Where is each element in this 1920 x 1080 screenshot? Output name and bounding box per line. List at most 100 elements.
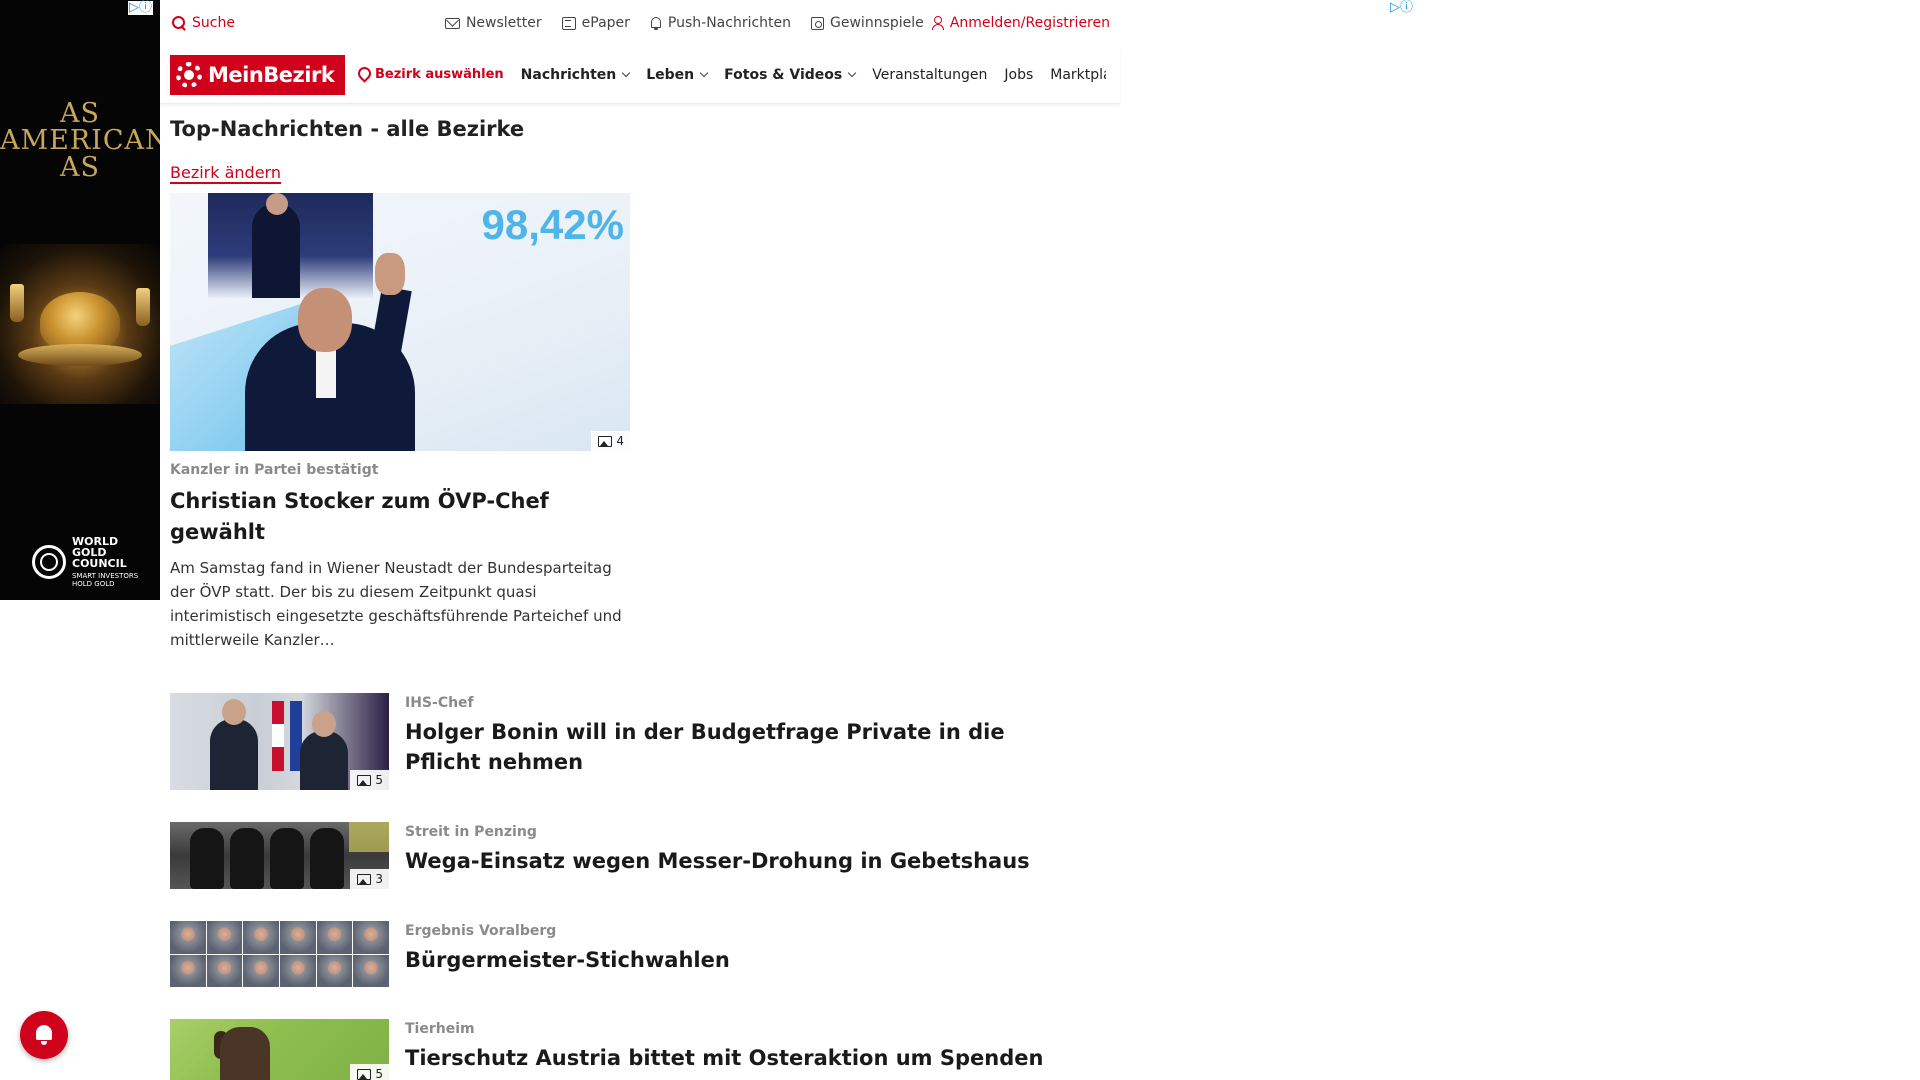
bezirk-select-button[interactable]: Bezirk auswählen (357, 67, 504, 82)
change-bezirk-link[interactable]: Bezirk ändern (170, 163, 281, 184)
adchoices-icon[interactable]: ▷ⓘ (1389, 1, 1414, 15)
epaper-link[interactable]: ePaper (561, 15, 630, 31)
thumb-figure (270, 828, 304, 889)
thumb-head (312, 711, 336, 737)
location-pin-icon (357, 67, 369, 82)
ad-skyscraper-right[interactable] (1120, 0, 1420, 600)
article-thumbnail[interactable] (170, 921, 389, 987)
thumb-person (300, 731, 348, 790)
thumb-portrait (206, 954, 243, 987)
gallery-count: 5 (375, 773, 383, 787)
ad-headline-line: AS (60, 98, 100, 129)
chevron-down-icon (621, 68, 631, 77)
site-logo[interactable]: MeinBezirk (170, 54, 345, 95)
thumb-figure (310, 828, 344, 889)
gallery-count-badge: 5 (350, 770, 389, 790)
login-label: Anmelden/Registrieren (949, 15, 1110, 31)
thumb-portrait (170, 921, 206, 954)
main-navigation: MeinBezirk Bezirk auswählen Nachrichten … (160, 46, 1120, 104)
hero-kicker: Kanzler in Partei bestätigt (170, 462, 379, 478)
thumb-portrait (243, 921, 279, 954)
gallery-icon (357, 873, 372, 885)
nav-item-label: Nachrichten (520, 66, 617, 83)
bell-icon (35, 1025, 53, 1045)
chevron-down-icon (847, 68, 857, 77)
thumb-portrait (280, 954, 316, 987)
site-content: Suche Newsletter ePaper Push-Nachrichten… (160, 0, 1120, 1080)
thumb-head (222, 699, 246, 725)
gewinnspiele-label: Gewinnspiele (830, 15, 924, 31)
nav-item-nachrichten[interactable]: Nachrichten (520, 66, 631, 83)
thumb-portrait (316, 921, 353, 954)
thumb-figure (190, 828, 224, 889)
epaper-label: ePaper (581, 15, 630, 31)
article-thumbnail[interactable]: 3 (170, 822, 389, 889)
gallery-icon (357, 1068, 372, 1080)
hero-image-hand (375, 253, 405, 295)
world-gold-council-icon (32, 545, 66, 579)
hero-title-link[interactable]: Christian Stocker zum ÖVP-Chef gewählt (170, 486, 620, 548)
newsletter-label: Newsletter (465, 15, 542, 31)
ad-brand-logo: WORLD GOLD COUNCIL SMART INVESTORS HOLD … (32, 536, 138, 588)
article-title-link[interactable]: Holger Bonin will in der Budgetfrage Pri… (405, 717, 1085, 777)
gallery-count-badge: 5 (350, 1064, 389, 1080)
ad-headline-line: AMERICAN (0, 125, 160, 156)
hero-image-shirt (316, 348, 336, 398)
bezirk-select-label: Bezirk auswählen (375, 67, 504, 82)
article-title-link[interactable]: Tierschutz Austria bittet mit Osteraktio… (405, 1043, 1085, 1073)
article-title-link[interactable]: Bürgermeister-Stichwahlen (405, 945, 1085, 975)
push-notification-button[interactable] (20, 1011, 68, 1059)
article-kicker: Streit in Penzing (405, 824, 537, 840)
nav-item-marktplatz[interactable]: Marktplatz (1050, 67, 1105, 83)
nav-item-label: Leben (646, 66, 695, 83)
gallery-count: 5 (375, 1067, 383, 1080)
nav-item-label: Fotos & Videos (724, 66, 843, 83)
nav-item-label: Veranstaltungen (872, 66, 988, 83)
article-kicker: Ergebnis Voralberg (405, 923, 557, 939)
mail-icon (444, 17, 460, 29)
search-button[interactable]: Suche (172, 15, 235, 31)
login-register-link[interactable]: Anmelden/Registrieren (931, 15, 1110, 31)
nav-item-label: Jobs (1004, 66, 1034, 83)
gewinnspiele-link[interactable]: Gewinnspiele (811, 15, 924, 31)
adchoices-icon[interactable]: ▷ⓘ (128, 1, 153, 15)
hero-article-image[interactable]: 98,42% 4 (170, 193, 630, 451)
logo-gear-icon (176, 61, 202, 88)
article-thumbnail[interactable]: 5 (170, 693, 389, 790)
nav-item-leben[interactable]: Leben (646, 66, 709, 83)
thumb-dog (220, 1027, 270, 1080)
gallery-icon (598, 435, 613, 447)
ad-golden-turkey (40, 292, 120, 352)
thumb-portrait (206, 921, 243, 954)
nav-menu: Nachrichten Leben Fotos & Videos Veranst… (521, 67, 1106, 83)
thumb-figure (230, 828, 264, 889)
nav-item-jobs[interactable]: Jobs (1004, 67, 1033, 83)
ad-headline: AS AMERICAN AS (0, 100, 160, 181)
thumb-flag (272, 701, 284, 771)
nav-item-veranstaltungen[interactable]: Veranstaltungen (872, 67, 987, 83)
newsletter-link[interactable]: Newsletter (444, 15, 542, 31)
thumb-portrait (170, 954, 206, 987)
ad-headline-line: AS (60, 152, 100, 183)
ad-brand-sub: HOLD GOLD (72, 580, 115, 588)
bell-icon (650, 16, 662, 30)
ad-glass (10, 284, 24, 322)
article-kicker: IHS-Chef (405, 695, 474, 711)
ad-skyscraper-left[interactable]: AS AMERICAN AS WORLD GOLD COUNCIL SMART … (0, 0, 160, 600)
push-notifications-link[interactable]: Push-Nachrichten (650, 15, 791, 31)
nav-item-fotos-videos[interactable]: Fotos & Videos (724, 66, 857, 83)
thumb-portrait (353, 954, 389, 987)
article-kicker: Tierheim (405, 1021, 475, 1037)
search-icon (172, 16, 186, 30)
ad-glass (136, 288, 150, 326)
ad-image (0, 244, 160, 404)
thumb-highlight (349, 822, 389, 852)
ad-brand-line: COUNCIL (72, 557, 127, 570)
thumb-portrait (243, 954, 279, 987)
hero-image-screen-person (252, 203, 300, 298)
nav-item-label: Marktplatz (1050, 66, 1105, 83)
article-title-link[interactable]: Wega-Einsatz wegen Messer-Drohung in Geb… (405, 846, 1085, 876)
epaper-icon (561, 16, 576, 30)
gallery-count-badge: 4 (591, 431, 630, 451)
article-thumbnail[interactable]: 5 (170, 1019, 389, 1080)
